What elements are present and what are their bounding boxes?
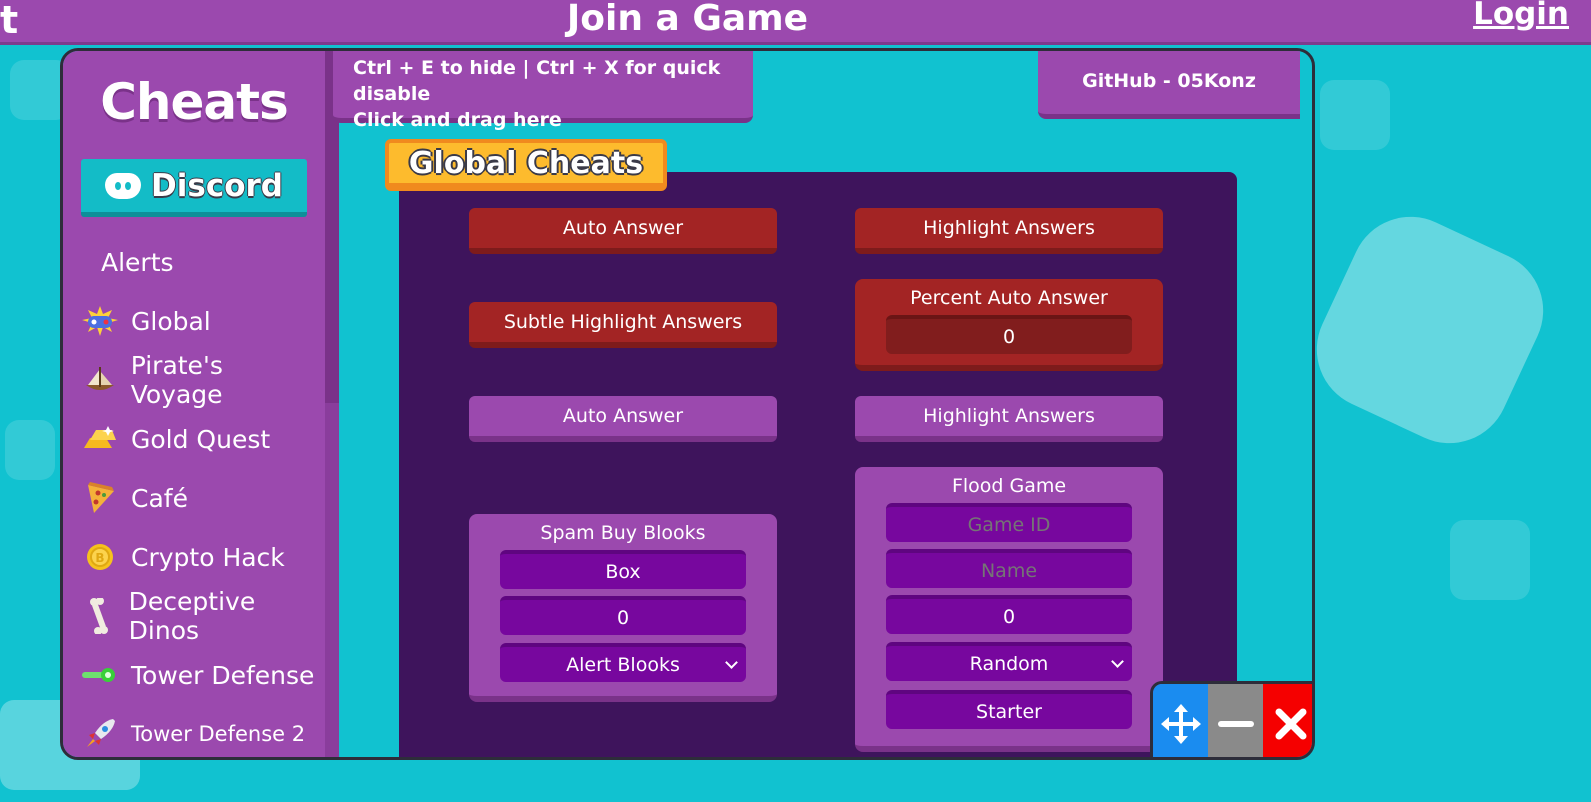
bone-icon [81, 597, 117, 635]
game-id-input[interactable] [886, 503, 1132, 542]
sidebar-item-tower-defense[interactable]: Tower Defense [81, 650, 321, 700]
card-title: Spam Buy Blooks [540, 522, 706, 544]
card-title: Percent Auto Answer [910, 287, 1108, 309]
gamepad-icon [81, 302, 119, 340]
sidebar-item-label: Alerts [101, 247, 174, 277]
name-input[interactable] [886, 549, 1132, 588]
sidebar-item-label: Global [131, 306, 211, 336]
discord-icon [105, 172, 142, 199]
sidebar-item-crypto-hack[interactable]: B Crypto Hack [81, 532, 321, 582]
sidebar-item-label: Tower Defense [131, 660, 315, 690]
sidebar-item-label: Gold Quest [131, 424, 271, 454]
drag-hint: Click and drag here [353, 109, 562, 131]
percent-auto-answer-card[interactable]: Percent Auto Answer [855, 279, 1163, 371]
login-link[interactable]: Login [1473, 0, 1569, 32]
bot-amount-input[interactable] [886, 595, 1132, 634]
background-tile [1450, 520, 1530, 600]
ship-icon [81, 361, 119, 399]
sidebar-item-cafe[interactable]: Café [81, 473, 321, 523]
highlight-answers-button[interactable]: Highlight Answers [855, 208, 1163, 254]
sidebar-item-alerts[interactable]: Alerts [101, 237, 341, 287]
close-icon [1275, 708, 1306, 739]
sidebar-item-label: Crypto Hack [131, 542, 285, 572]
flood-game-card: Flood Game Random Starter [855, 467, 1163, 752]
gold-bars-icon [81, 420, 119, 458]
sidebar-item-label: Pirate's Voyage [130, 351, 223, 409]
box-input[interactable] [500, 550, 746, 589]
alert-blooks-select[interactable]: Alert Blooks [500, 643, 746, 682]
sidebar-title: Cheats [100, 73, 289, 131]
sidebar-item-label: Café [131, 483, 188, 513]
select-value: Starter [976, 700, 1042, 723]
background-tile [1320, 80, 1390, 150]
sidebar-item-tower-defense-2[interactable]: Tower Defense 2 [81, 709, 321, 757]
background-tile [5, 420, 55, 480]
card-title: Flood Game [951, 475, 1067, 497]
sidebar-item-pirates-voyage[interactable]: Pirate's Voyage [81, 351, 321, 409]
chevron-down-icon [725, 656, 738, 669]
close-button[interactable] [1263, 684, 1312, 757]
auto-answer-button[interactable]: Auto Answer [469, 208, 777, 254]
amount-input[interactable] [500, 596, 746, 635]
highlight-answers-toggle-button[interactable]: Highlight Answers [855, 396, 1163, 442]
chevron-down-icon [1111, 655, 1124, 668]
page-title: Join a Game [566, 0, 809, 39]
laser-icon [81, 656, 119, 694]
coin-icon: B [81, 538, 119, 576]
spam-buy-blooks-card: Spam Buy Blooks Alert Blooks [469, 514, 777, 702]
hotkey-hint: Ctrl + E to hide | Ctrl + X for quick di… [353, 57, 721, 105]
cheat-gui-window: Cheats Discord Alerts Global Pirate's Vo… [60, 48, 1315, 760]
sidebar-item-deceptive-dinos[interactable]: Deceptive Dinos [81, 587, 321, 645]
percent-input[interactable] [886, 315, 1132, 354]
move-button[interactable] [1153, 684, 1208, 757]
sidebar-item-label: Tower Defense 2 [131, 722, 306, 746]
top-bar: t Join a Game Login [0, 0, 1591, 45]
section-title-global-cheats: Global Cheats [385, 139, 667, 191]
blook-select[interactable]: Starter [886, 690, 1132, 729]
auto-answer-toggle-button[interactable]: Auto Answer [469, 396, 777, 442]
sidebar-item-label: Deceptive Dinos [128, 587, 256, 645]
select-value: Random [969, 652, 1049, 675]
rocket-icon [81, 715, 119, 753]
subtle-highlight-answers-button[interactable]: Subtle Highlight Answers [469, 302, 777, 348]
pizza-icon [81, 479, 119, 517]
sidebar-item-gold-quest[interactable]: Gold Quest [81, 414, 321, 464]
drag-handle-panel[interactable]: Ctrl + E to hide | Ctrl + X for quick di… [333, 51, 753, 131]
sidebar-item-global[interactable]: Global [81, 296, 321, 346]
svg-text:B: B [95, 551, 104, 565]
select-value: Alert Blooks [566, 653, 680, 676]
minimize-icon [1217, 720, 1254, 727]
background-tile [1297, 197, 1563, 463]
discord-label: Discord [151, 167, 283, 204]
cheats-content-area: Auto Answer Highlight Answers Subtle Hig… [399, 172, 1237, 757]
sidebar: Cheats Discord Alerts Global Pirate's Vo… [63, 51, 325, 757]
sidebar-scrollbar[interactable] [325, 51, 339, 757]
name-mode-select[interactable]: Random [886, 642, 1132, 681]
github-link[interactable]: GitHub - 05Konz [1038, 51, 1300, 119]
discord-button[interactable]: Discord [81, 159, 307, 217]
window-controls [1150, 681, 1312, 757]
move-icon [1160, 703, 1201, 744]
minimize-button[interactable] [1208, 684, 1263, 757]
